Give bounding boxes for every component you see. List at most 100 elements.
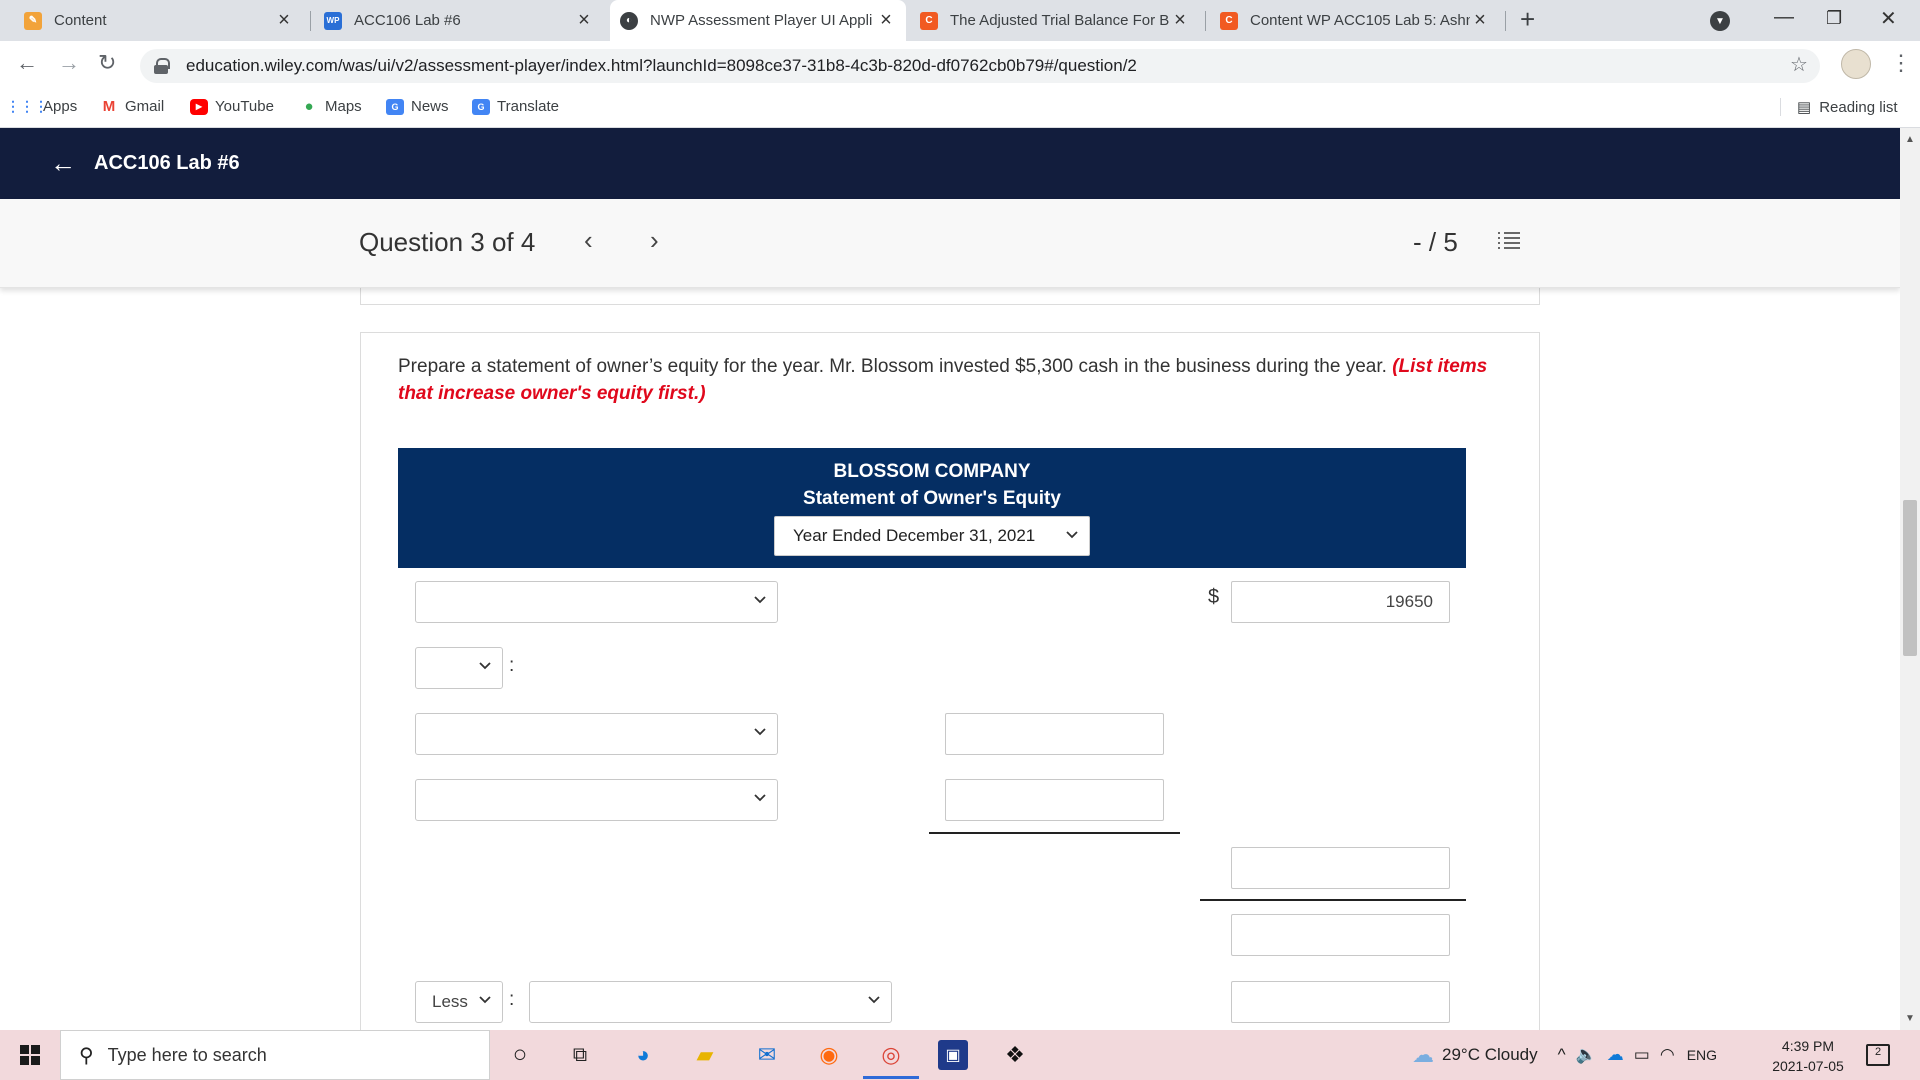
add-less-dropdown-2[interactable]: Less [415,981,503,1023]
back-icon[interactable]: ← [16,50,38,76]
globe-icon: ◐ [620,11,638,30]
account-dropdown-4[interactable] [529,981,892,1023]
store-icon[interactable]: ▣ [938,1040,968,1070]
dropbox-icon[interactable]: ❖ [1000,1040,1030,1070]
question-navigation-bar: Question 3 of 4 ‹ › - / 5 [0,199,1900,288]
cortana-icon[interactable]: ○ [505,1040,535,1070]
question-counter: Question 3 of 4 [359,227,536,257]
tab-adjusted-trial-balance[interactable]: C The Adjusted Trial Balance For Bl × [910,0,1200,41]
browser-toolbar: ← → ↻ education.wiley.com/was/ui/v2/asse… [0,41,1920,89]
question-instructions: Prepare a statement of owner’s equity fo… [398,356,1488,404]
scroll-up-icon[interactable]: ▲ [1905,134,1915,145]
account-dropdown-2[interactable] [415,713,778,755]
page-scrollbar[interactable]: ▲ ▼ [1900,128,1920,1030]
task-view-icon[interactable]: ⧉ [565,1040,595,1070]
restore-icon[interactable]: ❐ [1826,8,1842,29]
search-icon: ⚲ [79,1044,94,1067]
dollar-sign: $ [1208,586,1220,608]
windows-taskbar: ⚲ Type here to search ○ ⧉ ◕ ▰ ✉ ◉ ◎ ▣ ❖ … [0,1030,1920,1080]
gmail-icon: M [102,98,116,115]
next-question-icon[interactable]: › [650,225,659,256]
tab-content[interactable]: ✎ Content × [14,0,304,41]
close-icon[interactable]: × [274,9,294,32]
close-icon[interactable]: × [574,9,594,32]
chevron-down-icon [479,662,491,670]
language-indicator[interactable]: ENG [1687,1047,1717,1063]
amount-input-2[interactable] [945,713,1164,755]
reload-icon[interactable]: ↻ [98,50,116,76]
windows-start-icon[interactable] [20,1045,40,1065]
firefox-icon[interactable]: ◉ [814,1040,844,1070]
tab-assessment-player[interactable]: ◐ NWP Assessment Player UI Appli × [610,0,906,41]
mail-icon[interactable]: ✉ [752,1040,782,1070]
chevron-down-icon [1066,531,1078,539]
volume-icon[interactable]: 🔈 [1576,1045,1597,1065]
wifi-icon[interactable]: ◠ [1660,1045,1675,1065]
address-bar[interactable]: education.wiley.com/was/ui/v2/assessment… [140,49,1820,83]
amount-input-5[interactable] [1231,914,1450,956]
wp-logo-icon: WP [324,11,342,30]
chevron-down-icon [754,728,766,736]
chrome-icon[interactable]: ◎ [876,1040,906,1070]
period-dropdown[interactable]: Year Ended December 31, 2021 [774,516,1090,556]
close-icon[interactable]: × [1170,9,1190,32]
app-header: ← ACC106 Lab #6 [0,128,1900,199]
close-icon[interactable]: × [1470,9,1490,32]
bookmark-news[interactable]: G News [386,98,449,115]
total-rule [1200,899,1466,901]
profile-avatar[interactable] [1841,49,1871,79]
reading-list-button[interactable]: ▤ Reading list [1780,98,1898,116]
amount-input-1[interactable]: 19650 [1231,581,1450,623]
edge-icon[interactable]: ◕ [628,1040,658,1070]
chevron-down-icon [754,596,766,604]
bookmark-youtube[interactable]: ▶ YouTube [190,98,274,115]
tab-search-icon[interactable]: ▼ [1710,11,1730,31]
amount-input-6[interactable] [1231,981,1450,1023]
app-title: ACC106 Lab #6 [94,152,240,174]
bookmark-gmail[interactable]: M Gmail [100,98,164,115]
amount-input-4[interactable] [1231,847,1450,889]
close-icon[interactable]: × [876,9,896,32]
tab-acc105-lab[interactable]: C Content WP ACC105 Lab 5: Ashn × [1210,0,1500,41]
notification-center-icon[interactable]: 2 [1866,1044,1890,1066]
close-window-icon[interactable]: ✕ [1880,6,1897,31]
back-arrow-icon[interactable]: ← [50,148,76,179]
web-page: ← ACC106 Lab #6 Question 3 of 4 ‹ › - / … [0,128,1900,1030]
onedrive-icon[interactable]: ☁ [1607,1045,1624,1065]
account-dropdown-3[interactable] [415,779,778,821]
amount-input-3[interactable] [945,779,1164,821]
reading-list-icon: ▤ [1797,99,1812,116]
chevron-up-icon[interactable]: ^ [1558,1045,1566,1065]
colon-separator: : [509,655,515,676]
previous-question-icon[interactable]: ‹ [584,225,593,256]
bookmark-translate[interactable]: G Translate [472,98,559,115]
maps-pin-icon: ● [304,98,314,115]
taskbar-clock[interactable]: 4:39 PM 2021-07-05 [1768,1036,1848,1076]
tab-acc106-lab[interactable]: WP ACC106 Lab #6 × [314,0,604,41]
chevron-down-icon [868,996,880,1004]
add-less-dropdown-1[interactable] [415,647,503,689]
chegg-logo-icon: C [1220,11,1238,30]
scrollbar-thumb[interactable] [1903,500,1917,656]
minimize-icon[interactable]: — [1774,6,1794,29]
question-list-icon[interactable] [1497,229,1521,253]
forward-icon[interactable]: → [58,50,80,76]
statement-header: BLOSSOM COMPANY Statement of Owner's Equ… [398,448,1466,568]
file-explorer-icon[interactable]: ▰ [690,1040,720,1070]
scroll-down-icon[interactable]: ▼ [1905,1013,1915,1024]
account-dropdown-1[interactable] [415,581,778,623]
chevron-down-icon [754,794,766,802]
active-app-indicator [863,1076,919,1079]
clock-time: 4:39 PM [1781,1038,1835,1054]
bookmark-star-icon[interactable]: ☆ [1790,52,1808,77]
statement-title: Statement of Owner's Equity [803,488,1061,509]
bookmarks-bar: ⋮⋮⋮ Apps M Gmail ▶ YouTube ● Maps G News… [0,89,1920,128]
weather-text[interactable]: 29°C Cloudy [1442,1045,1538,1065]
bookmark-apps[interactable]: ⋮⋮⋮ Apps [6,98,77,115]
translate-icon: G [472,98,490,115]
bookmark-maps[interactable]: ● Maps [300,98,361,115]
battery-icon[interactable]: ▭ [1634,1045,1650,1065]
taskbar-search-input[interactable]: ⚲ Type here to search [60,1030,490,1080]
new-tab-button[interactable]: + [1520,4,1535,35]
browser-menu-icon[interactable]: ⋮ [1890,50,1912,76]
